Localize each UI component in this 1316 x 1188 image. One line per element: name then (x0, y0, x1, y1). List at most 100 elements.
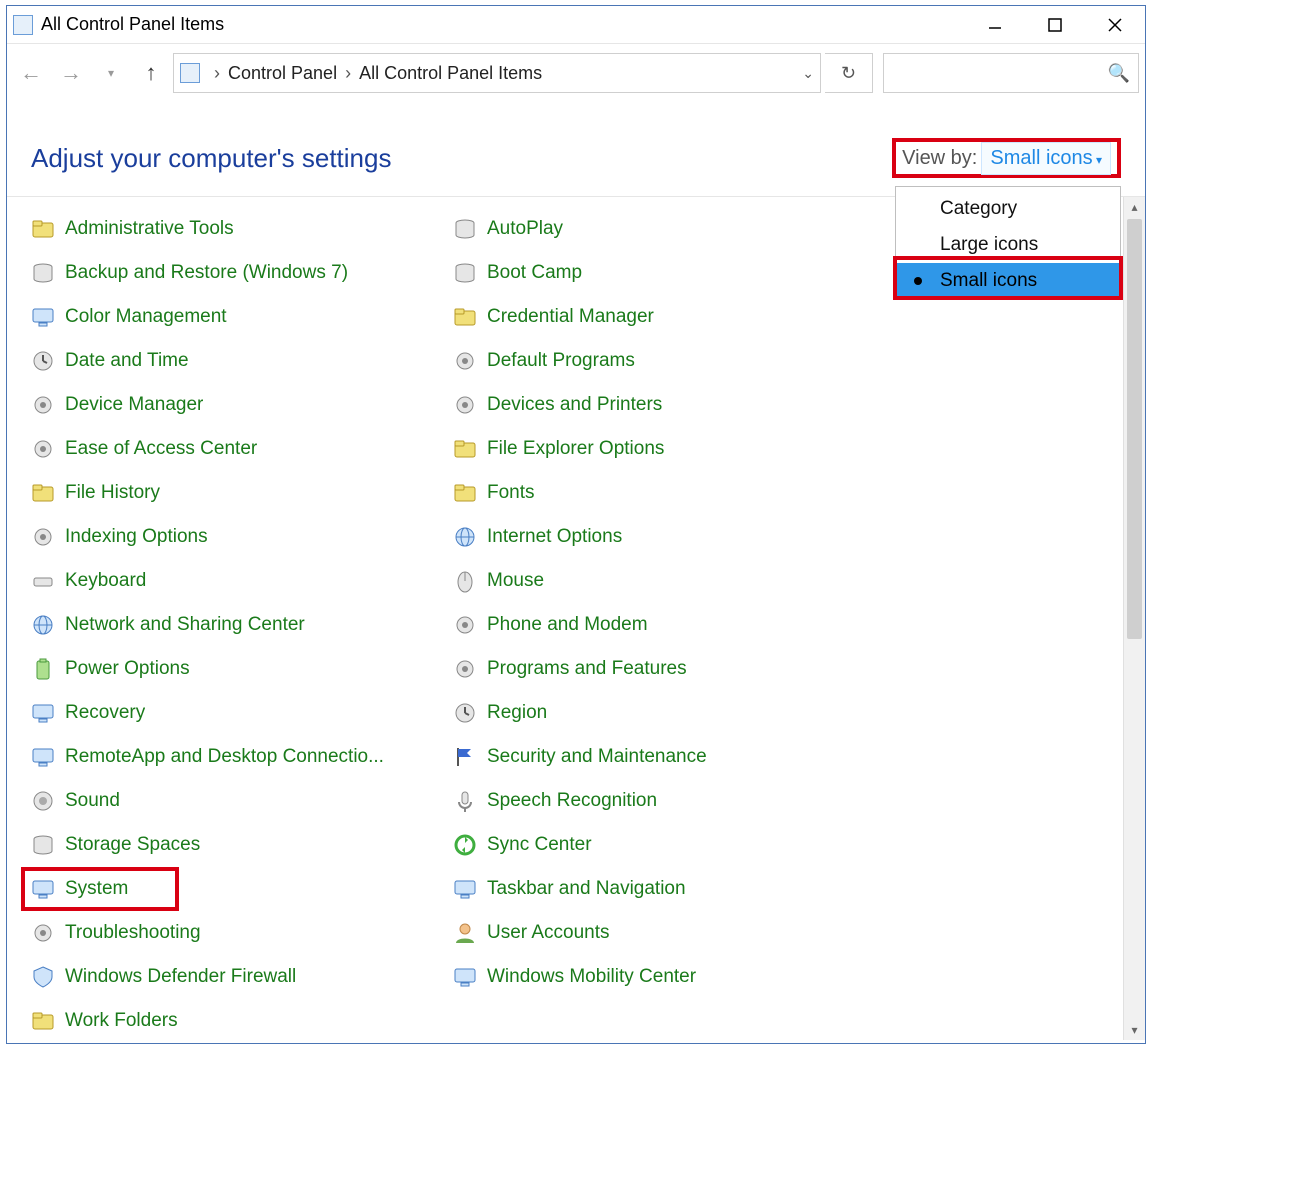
control-panel-item[interactable]: Credential Manager (453, 295, 863, 339)
address-icon (180, 63, 200, 83)
control-panel-item[interactable]: Troubleshooting (31, 911, 441, 955)
maximize-button[interactable] (1025, 7, 1085, 43)
up-button[interactable]: ↑ (133, 55, 169, 91)
breadcrumb-root[interactable]: Control Panel (228, 63, 337, 84)
refresh-button[interactable]: ↻ (825, 53, 873, 93)
control-panel-item[interactable]: File Explorer Options (453, 427, 863, 471)
explorer-options-icon (453, 437, 477, 461)
page-heading: Adjust your computer's settings (31, 143, 391, 174)
vertical-scrollbar[interactable]: ▴ ▾ (1123, 197, 1145, 1040)
control-panel-item-label: Backup and Restore (Windows 7) (65, 262, 348, 284)
close-button[interactable] (1085, 7, 1145, 43)
control-panel-item-label: Administrative Tools (65, 218, 234, 240)
backup-icon (31, 261, 55, 285)
view-option-large-icons[interactable]: Large icons (896, 227, 1120, 263)
control-panel-item[interactable]: File History (31, 471, 441, 515)
mouse-icon (453, 569, 477, 593)
fonts-icon (453, 481, 477, 505)
view-option-category[interactable]: Category (896, 191, 1120, 227)
content-area: Administrative Tools Backup and Restore (… (7, 197, 1145, 1040)
address-bar[interactable]: › Control Panel › All Control Panel Item… (173, 53, 821, 93)
back-button[interactable]: ← (13, 55, 49, 91)
address-dropdown[interactable]: ⌄ (802, 65, 814, 82)
control-panel-item[interactable]: Taskbar and Navigation (453, 867, 863, 911)
search-input[interactable]: 🔍 (883, 53, 1139, 93)
scroll-up-arrow[interactable]: ▴ (1124, 197, 1145, 217)
control-panel-item-label: Mouse (487, 570, 544, 592)
storage-icon (31, 833, 55, 857)
search-icon: 🔍 (1108, 63, 1130, 84)
control-panel-item[interactable]: System (21, 867, 179, 911)
control-panel-item[interactable]: Network and Sharing Center (31, 603, 441, 647)
selected-bullet-icon (914, 277, 922, 285)
control-panel-item[interactable]: Work Folders (31, 999, 441, 1040)
forward-button[interactable]: → (53, 55, 89, 91)
control-panel-item[interactable]: Internet Options (453, 515, 863, 559)
control-panel-item[interactable]: Administrative Tools (31, 207, 441, 251)
control-panel-item[interactable]: Date and Time (31, 339, 441, 383)
view-option-small-icons[interactable]: Small icons (896, 263, 1120, 299)
control-panel-item[interactable]: AutoPlay (453, 207, 863, 251)
control-panel-item[interactable]: Programs and Features (453, 647, 863, 691)
control-panel-item[interactable]: Storage Spaces (31, 823, 441, 867)
control-panel-item-label: AutoPlay (487, 218, 563, 240)
user-accounts-icon (453, 921, 477, 945)
troubleshoot-icon (31, 921, 55, 945)
control-panel-item[interactable]: Sync Center (453, 823, 863, 867)
mobility-icon (453, 965, 477, 989)
control-panel-item[interactable]: Devices and Printers (453, 383, 863, 427)
control-panel-item[interactable]: Keyboard (31, 559, 441, 603)
control-panel-window: All Control Panel Items ← → ▾ ↑ › Contro… (6, 5, 1146, 1044)
control-panel-item[interactable]: Ease of Access Center (31, 427, 441, 471)
control-panel-item[interactable]: Phone and Modem (453, 603, 863, 647)
taskbar-icon (453, 877, 477, 901)
control-panel-item-label: Work Folders (65, 1010, 178, 1032)
control-panel-item[interactable]: Backup and Restore (Windows 7) (31, 251, 441, 295)
control-panel-item-label: File History (65, 482, 160, 504)
control-panel-item[interactable]: Power Options (31, 647, 441, 691)
items-column-2: AutoPlay Boot Camp Credential Manager Defau… (453, 207, 863, 1040)
control-panel-item[interactable]: Region (453, 691, 863, 735)
view-by-selector[interactable]: Small icons (981, 142, 1111, 175)
sync-center-icon (453, 833, 477, 857)
control-panel-item[interactable]: Sound (31, 779, 441, 823)
control-panel-item-label: Phone and Modem (487, 614, 648, 636)
control-panel-item[interactable]: RemoteApp and Desktop Connectio... (31, 735, 441, 779)
control-panel-item[interactable]: Default Programs (453, 339, 863, 383)
titlebar: All Control Panel Items (7, 6, 1145, 44)
control-panel-item-label: Windows Mobility Center (487, 966, 696, 988)
control-panel-item[interactable]: Mouse (453, 559, 863, 603)
control-panel-item-label: Sound (65, 790, 120, 812)
control-panel-item[interactable]: Speech Recognition (453, 779, 863, 823)
minimize-button[interactable] (965, 7, 1025, 43)
default-prog-icon (453, 349, 477, 373)
control-panel-item[interactable]: Fonts (453, 471, 863, 515)
work-folders-icon (31, 1009, 55, 1033)
control-panel-item[interactable]: Windows Defender Firewall (31, 955, 441, 999)
programs-icon (453, 657, 477, 681)
control-panel-item[interactable]: Indexing Options (31, 515, 441, 559)
scroll-down-arrow[interactable]: ▾ (1124, 1020, 1145, 1040)
control-panel-item-label: Indexing Options (65, 526, 208, 548)
control-panel-item-label: Windows Defender Firewall (65, 966, 296, 988)
breadcrumb-current[interactable]: All Control Panel Items (359, 63, 542, 84)
device-mgr-icon (31, 393, 55, 417)
control-panel-item-label: Credential Manager (487, 306, 654, 328)
control-panel-item[interactable]: Device Manager (31, 383, 441, 427)
scroll-thumb[interactable] (1127, 219, 1142, 639)
control-panel-item-label: System (65, 878, 128, 900)
control-panel-item[interactable]: Windows Mobility Center (453, 955, 863, 999)
control-panel-item[interactable]: Boot Camp (453, 251, 863, 295)
control-panel-item[interactable]: Recovery (31, 691, 441, 735)
phone-modem-icon (453, 613, 477, 637)
remoteapp-icon (31, 745, 55, 769)
recent-dropdown[interactable]: ▾ (93, 55, 129, 91)
power-icon (31, 657, 55, 681)
credential-icon (453, 305, 477, 329)
control-panel-item[interactable]: Security and Maintenance (453, 735, 863, 779)
control-panel-item-label: Taskbar and Navigation (487, 878, 686, 900)
control-panel-item[interactable]: Color Management (31, 295, 441, 339)
system-icon (31, 877, 55, 901)
heading-row: Adjust your computer's settings View by:… (7, 102, 1145, 197)
control-panel-item[interactable]: User Accounts (453, 911, 863, 955)
